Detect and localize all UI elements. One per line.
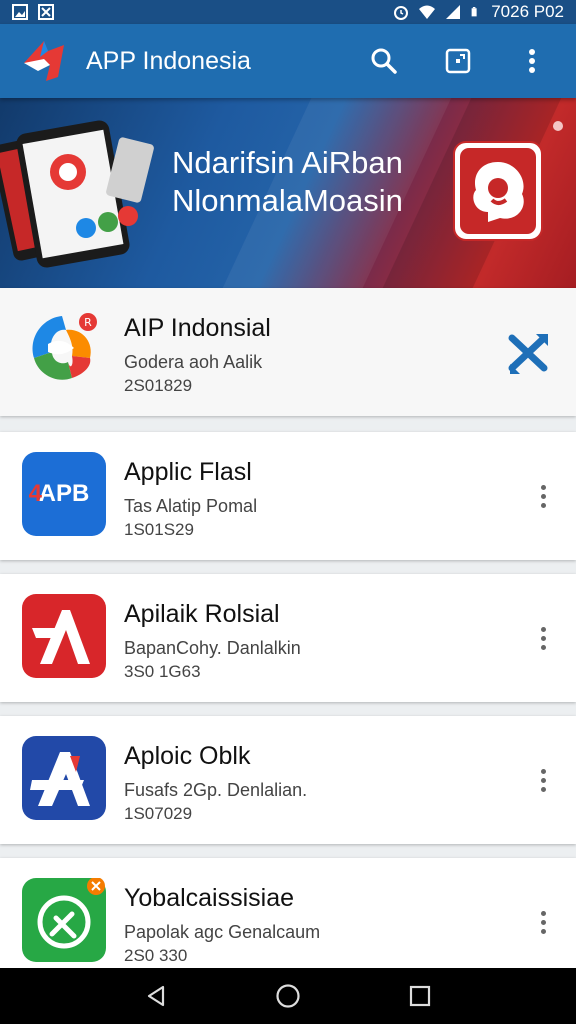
item-more-button[interactable]	[528, 760, 560, 800]
svg-text:R: R	[84, 316, 92, 329]
app-name: AIP Indonsial	[124, 314, 271, 342]
app-developer: Tas Alatip Pomal	[124, 496, 258, 516]
open-in-button[interactable]	[436, 39, 480, 83]
app-developer: Godera aoh Aalik	[124, 352, 263, 372]
status-time: 7026 P02	[491, 2, 564, 21]
status-bar: 7026 P02	[0, 0, 576, 24]
app-logo-icon	[24, 41, 64, 81]
alarm-icon	[394, 6, 409, 20]
app-name: Yobalcaissisiae	[124, 884, 295, 912]
home-button[interactable]	[268, 976, 308, 1016]
list-item[interactable]: Apilaik Rolsial BapanCohy. Danlalkin 3S0…	[0, 574, 576, 702]
app-bar: APP Indonesia	[0, 24, 576, 98]
app-name: Applic Flasl	[124, 458, 252, 486]
app-developer: BapanCohy. Danlalkin	[124, 638, 301, 658]
crossed-arrows-icon[interactable]	[504, 328, 554, 378]
overflow-menu-button[interactable]	[510, 39, 554, 83]
open-in-box-icon	[445, 48, 471, 74]
search-icon	[371, 48, 397, 74]
app-name: Aploic Oblk	[124, 742, 251, 770]
battery-icon	[471, 7, 477, 17]
more-vert-icon	[541, 626, 547, 650]
system-nav-bar	[0, 968, 576, 1024]
app-title: APP Indonesia	[86, 46, 251, 75]
list-item[interactable]: R AIP Indonsial Godera aoh Aalik 2S01829	[0, 288, 576, 416]
notification-x-icon	[38, 4, 54, 20]
wifi-icon	[419, 5, 436, 19]
list-item[interactable]: Yobalcaissisiae Papolak agc Genalcaum 2S…	[0, 858, 576, 986]
item-more-button[interactable]	[528, 618, 560, 658]
banner-headline: Ndarifsin AiRban NlonmalaMoasin	[172, 144, 403, 220]
recents-button[interactable]	[400, 976, 440, 1016]
more-vert-icon	[529, 49, 535, 73]
home-icon	[276, 984, 300, 1008]
app-number: 2S0 330	[124, 946, 188, 965]
red-a-app-icon	[22, 594, 106, 678]
phones-illustration-icon	[0, 120, 154, 268]
app-number: 1S01S29	[124, 520, 194, 539]
apb-app-icon: 4 APB	[22, 452, 106, 536]
list-item[interactable]: 4 APB Applic Flasl Tas Alatip Pomal 1S01S…	[0, 432, 576, 560]
green-broom-app-icon	[22, 878, 106, 962]
banner-app-logo-icon	[453, 141, 543, 241]
app-icon-text: APB	[38, 480, 90, 507]
banner-line-2: NlonmalaMoasin	[172, 183, 403, 218]
signal-icon	[446, 5, 461, 19]
item-more-button[interactable]	[528, 902, 560, 942]
recents-icon	[409, 985, 431, 1007]
app-developer: Fusafs 2Gp. Denlalian.	[124, 780, 308, 800]
colorful-swirl-icon: R	[32, 313, 97, 380]
back-button[interactable]	[136, 976, 176, 1016]
banner-indicator-dot	[553, 121, 563, 131]
search-button[interactable]	[362, 39, 406, 83]
app-number: 3S0 1G63	[124, 662, 201, 681]
list-item[interactable]: Aploic Oblk Fusafs 2Gp. Denlalian. 1S070…	[0, 716, 576, 844]
notification-image-icon	[12, 4, 28, 20]
app-name: Apilaik Rolsial	[124, 600, 280, 628]
app-number: 1S07029	[124, 804, 193, 823]
back-icon	[147, 985, 165, 1007]
app-number: 2S01829	[124, 376, 193, 395]
more-vert-icon	[541, 910, 547, 934]
blue-a-app-icon	[22, 736, 106, 820]
banner-line-1: Ndarifsin AiRban	[172, 145, 403, 180]
app-developer: Papolak agc Genalcaum	[124, 922, 321, 942]
item-more-button[interactable]	[528, 476, 560, 516]
more-vert-icon	[541, 768, 547, 792]
more-vert-icon	[541, 484, 547, 508]
